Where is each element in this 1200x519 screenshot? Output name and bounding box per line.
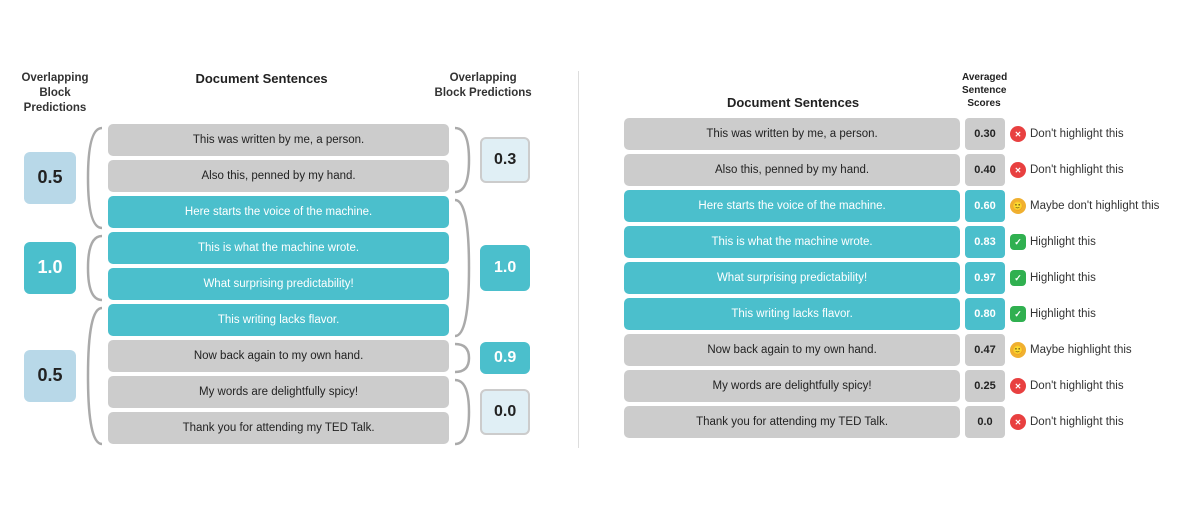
- score-badge-4: 0.97: [965, 262, 1005, 294]
- score-badge-5: 0.80: [965, 298, 1005, 330]
- sentence-left-1: Also this, penned by my hand.: [108, 160, 449, 192]
- brace-left-0: [84, 124, 104, 232]
- block-label-1: 1.0: [20, 232, 80, 304]
- score-badge-7: 0.25: [965, 370, 1005, 402]
- block-value-1: 1.0: [24, 242, 76, 294]
- sentences-col-left: This was written by me, a person. Also th…: [108, 124, 449, 444]
- brace-right-3: [453, 376, 473, 448]
- sentence-right-7: My words are delightfully spicy!: [624, 370, 960, 402]
- score-boxes-col: 0.3 1.0 0.9 0.0: [477, 124, 533, 448]
- score-box-0: 0.3: [477, 124, 533, 196]
- sentence-left-2: Here starts the voice of the machine.: [108, 196, 449, 228]
- score-box-2: 0.9: [477, 340, 533, 376]
- highlight-label-8: ✕Don't highlight this: [1010, 414, 1180, 430]
- overlap-header-left: OverlappingBlock Predictions: [20, 71, 90, 116]
- highlight-label-6: 🙂Maybe highlight this: [1010, 342, 1180, 358]
- right-section: Document Sentences AveragedSentenceScore…: [624, 71, 1180, 442]
- sentence-right-8: Thank you for attending my TED Talk.: [624, 406, 960, 438]
- block-value-2: 0.5: [24, 350, 76, 402]
- brace-left-1: [84, 232, 104, 304]
- sentence-right-4: What surprising predictability!: [624, 262, 960, 294]
- left-section: OverlappingBlock Predictions Document Se…: [20, 71, 533, 448]
- panel-divider: [578, 71, 579, 448]
- overlap-header-right: OverlappingBlock Predictions: [433, 71, 533, 116]
- sentence-right-2: Here starts the voice of the machine.: [624, 190, 960, 222]
- right-rows: This was written by me, a person.0.30 ✕Do…: [624, 118, 1180, 442]
- brace-right-0: [453, 124, 473, 196]
- highlight-label-2: 🙂Maybe don't highlight this: [1010, 198, 1180, 214]
- sentence-right-0: This was written by me, a person.: [624, 118, 960, 150]
- brace-right-2: [453, 340, 473, 376]
- highlight-label-3: ✓Highlight this: [1010, 234, 1180, 250]
- block-label-2: 0.5: [20, 304, 80, 448]
- sentence-left-6: Now back again to my own hand.: [108, 340, 449, 372]
- brace-left-col: [84, 124, 104, 448]
- right-row-6: Now back again to my own hand.0.47 🙂Maybe…: [624, 334, 1180, 366]
- highlight-label-0: ✕Don't highlight this: [1010, 126, 1180, 142]
- score-badge-3: 0.83: [965, 226, 1005, 258]
- right-row-0: This was written by me, a person.0.30 ✕Do…: [624, 118, 1180, 150]
- block-value-0: 0.5: [24, 152, 76, 204]
- score-badge-6: 0.47: [965, 334, 1005, 366]
- doc-sentences-header-left: Document Sentences: [90, 71, 433, 116]
- sentence-right-1: Also this, penned by my hand.: [624, 154, 960, 186]
- right-row-8: Thank you for attending my TED Talk.0.0 ✕…: [624, 406, 1180, 438]
- right-row-1: Also this, penned by my hand.0.40 ✕Don't …: [624, 154, 1180, 186]
- right-row-7: My words are delightfully spicy!0.25 ✕Don…: [624, 370, 1180, 402]
- block-labels-col: 0.5 1.0 0.5: [20, 124, 80, 448]
- score-box-3: 0.0: [477, 376, 533, 448]
- brace-right-col: [453, 124, 473, 448]
- right-headers: Document Sentences AveragedSentenceScore…: [624, 71, 1180, 110]
- doc-header-right: Document Sentences: [624, 95, 962, 110]
- right-row-3: This is what the machine wrote.0.83 ✓High…: [624, 226, 1180, 258]
- score-badge-0: 0.30: [965, 118, 1005, 150]
- highlight-label-5: ✓Highlight this: [1010, 306, 1180, 322]
- score-badge-2: 0.60: [965, 190, 1005, 222]
- brace-left-2: [84, 304, 104, 448]
- right-row-5: This writing lacks flavor.0.80 ✓Highlight…: [624, 298, 1180, 330]
- right-row-4: What surprising predictability!0.97 ✓High…: [624, 262, 1180, 294]
- sentence-right-6: Now back again to my own hand.: [624, 334, 960, 366]
- brace-right-1: [453, 196, 473, 340]
- highlight-label-7: ✕Don't highlight this: [1010, 378, 1180, 394]
- main-container: OverlappingBlock Predictions Document Se…: [20, 71, 1180, 448]
- block-label-0: 0.5: [20, 124, 80, 232]
- sentence-right-3: This is what the machine wrote.: [624, 226, 960, 258]
- score-badge-8: 0.0: [965, 406, 1005, 438]
- avg-score-header: AveragedSentenceScores: [962, 71, 1006, 110]
- sentence-right-5: This writing lacks flavor.: [624, 298, 960, 330]
- left-diagram: 0.5 1.0 0.5: [20, 124, 533, 448]
- sentence-left-0: This was written by me, a person.: [108, 124, 449, 156]
- sentence-left-7: My words are delightfully spicy!: [108, 376, 449, 408]
- right-row-2: Here starts the voice of the machine.0.6…: [624, 190, 1180, 222]
- highlight-label-1: ✕Don't highlight this: [1010, 162, 1180, 178]
- highlight-label-4: ✓Highlight this: [1010, 270, 1180, 286]
- sentence-left-8: Thank you for attending my TED Talk.: [108, 412, 449, 444]
- sentence-left-3: This is what the machine wrote.: [108, 232, 449, 264]
- sentence-left-5: This writing lacks flavor.: [108, 304, 449, 336]
- sentence-left-4: What surprising predictability!: [108, 268, 449, 300]
- score-badge-1: 0.40: [965, 154, 1005, 186]
- score-box-1: 1.0: [477, 196, 533, 340]
